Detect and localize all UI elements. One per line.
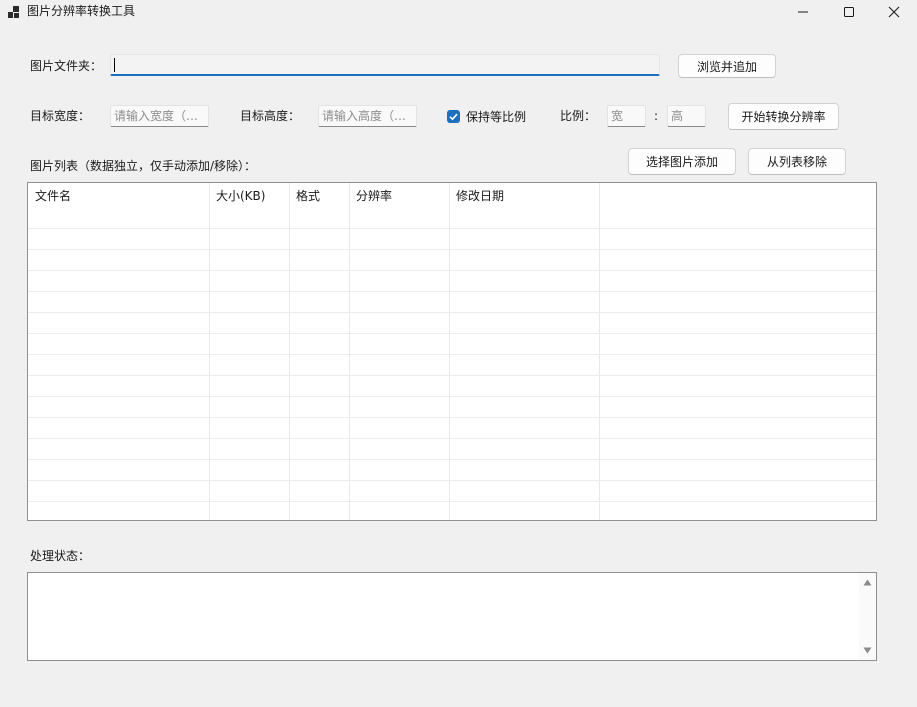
status-scrollbar[interactable] [859,573,876,660]
column-divider [209,183,210,520]
image-list-label: 图片列表（数据独立，仅手动添加/移除）： [30,159,257,173]
grid-row-line [28,312,876,313]
ratio-label: 比例： [560,109,597,123]
grid-row-line [28,501,876,502]
close-icon [888,6,900,18]
column-header-size[interactable]: 大小(KB) [209,183,265,209]
ratio-separator: : [654,109,659,123]
status-label: 处理状态： [30,549,91,563]
app-icon [8,6,19,18]
ratio-height-input[interactable]: 高 [667,105,706,127]
grid-row-line [28,354,876,355]
remove-from-list-button[interactable]: 从列表移除 [748,148,846,175]
close-button[interactable] [871,0,917,24]
grid-row-line [28,291,876,292]
browse-append-button[interactable]: 浏览并追加 [678,54,776,78]
keep-ratio-checkbox[interactable] [447,110,460,123]
add-images-button[interactable]: 选择图片添加 [628,148,736,175]
column-header-format[interactable]: 格式 [289,183,320,209]
column-divider [349,183,350,520]
status-textbox[interactable] [27,572,877,661]
minimize-button[interactable] [780,0,826,24]
column-divider [449,183,450,520]
column-divider [599,183,600,520]
folder-path-input[interactable] [110,54,660,76]
target-height-label: 目标高度： [240,109,301,123]
keep-ratio-label[interactable]: 保持等比例 [466,109,526,125]
table-header: 文件名 大小(KB) 格式 分辨率 修改日期 [28,183,876,209]
checkmark-icon [449,113,458,121]
ratio-width-input[interactable]: 宽 [607,105,646,127]
title-bar: 图片分辨率转换工具 [0,0,917,24]
grid-row-line [28,480,876,481]
grid-row-line [28,438,876,439]
grid-row-line [28,270,876,271]
target-width-input[interactable]: 请输入宽度（像... [110,105,209,127]
grid-row-line [28,459,876,460]
grid-row-line [28,396,876,397]
image-list-table[interactable]: 文件名 大小(KB) 格式 分辨率 修改日期 [27,182,877,521]
start-convert-button[interactable]: 开始转换分辨率 [728,103,839,130]
text-caret [114,58,115,72]
column-header-modified-date[interactable]: 修改日期 [449,183,504,209]
grid-row-line [28,417,876,418]
grid-row-line [28,333,876,334]
target-height-input[interactable]: 请输入高度（像... [318,105,417,127]
column-header-filename[interactable]: 文件名 [28,183,71,209]
maximize-button[interactable] [826,0,872,24]
scroll-down-arrow-icon[interactable] [863,647,872,654]
grid-row-line [28,249,876,250]
window-title: 图片分辨率转换工具 [27,4,136,18]
maximize-icon [844,7,854,17]
scroll-up-arrow-icon[interactable] [863,579,872,586]
column-header-resolution[interactable]: 分辨率 [349,183,392,209]
target-width-label: 目标宽度： [30,109,91,123]
grid-row-line [28,375,876,376]
grid-row-line [28,228,876,229]
folder-label: 图片文件夹： [30,59,103,73]
minimize-icon [798,11,808,13]
column-divider [289,183,290,520]
